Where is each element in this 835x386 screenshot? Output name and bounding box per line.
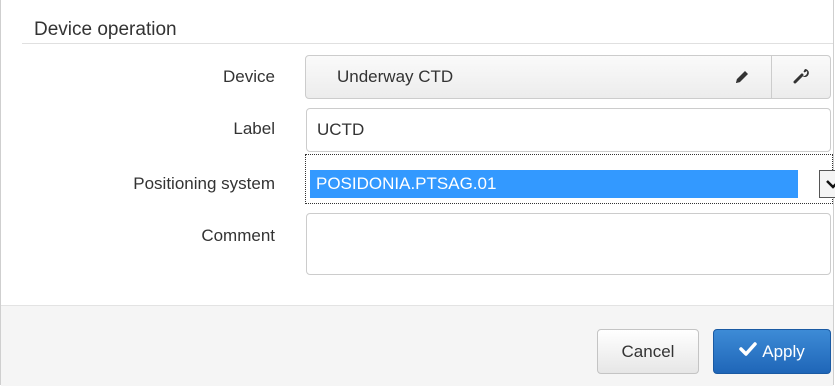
device-value: Underway CTD — [337, 67, 454, 86]
cancel-button-label: Cancel — [621, 341, 675, 361]
dialog-title: Device operation — [34, 19, 177, 40]
device-edit-button[interactable]: Underway CTD — [306, 56, 772, 98]
label-input[interactable]: UCTD — [306, 108, 831, 152]
positioning-system-label: Positioning system — [133, 174, 275, 193]
label-field-label: Label — [233, 119, 275, 138]
apply-button[interactable]: Apply — [713, 329, 831, 374]
positioning-system-selected-value: POSIDONIA.PTSAG.01 — [310, 170, 798, 198]
pencil-icon — [733, 68, 751, 86]
device-settings-button[interactable] — [772, 56, 830, 98]
chevron-down-icon[interactable] — [819, 170, 835, 198]
cancel-button[interactable]: Cancel — [597, 329, 699, 374]
title-divider — [22, 43, 833, 44]
device-operation-dialog: Device operation Device Underway CTD Lab… — [0, 0, 835, 386]
device-label: Device — [223, 67, 275, 86]
comment-textarea[interactable] — [306, 213, 831, 275]
apply-button-label: Apply — [762, 341, 805, 361]
comment-label: Comment — [201, 226, 275, 245]
checkmark-icon — [739, 341, 762, 362]
dialog-footer — [1, 305, 833, 386]
positioning-system-select[interactable]: POSIDONIA.PTSAG.01 — [305, 154, 835, 204]
wrench-icon — [792, 66, 810, 89]
device-selector: Underway CTD — [305, 55, 831, 99]
